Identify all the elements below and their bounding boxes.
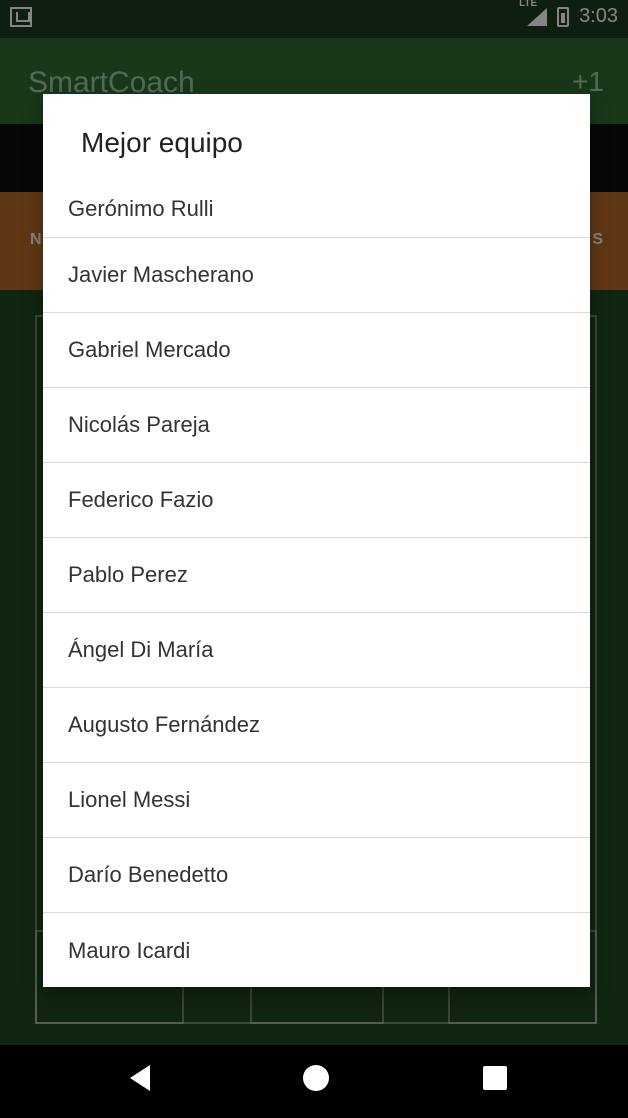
dialog-title: Mejor equipo [81,127,243,158]
player-item[interactable]: Gabriel Mercado [43,313,590,388]
best-team-dialog: Mejor equipo Gerónimo Rulli Javier Masch… [43,94,590,987]
player-list: Gerónimo Rulli Javier Mascherano Gabriel… [43,180,590,988]
player-item[interactable]: Nicolás Pareja [43,388,590,463]
player-item[interactable]: Darío Benedetto [43,838,590,913]
player-item[interactable]: Mauro Icardi [43,913,590,988]
system-navigation-bar [0,1045,628,1118]
player-item[interactable]: Federico Fazio [43,463,590,538]
player-item[interactable]: Augusto Fernández [43,688,590,763]
home-icon[interactable] [303,1065,329,1091]
player-item[interactable]: Pablo Perez [43,538,590,613]
player-item[interactable]: Lionel Messi [43,763,590,838]
back-icon[interactable] [130,1065,150,1091]
player-item[interactable]: Gerónimo Rulli [43,180,590,238]
player-item[interactable]: Javier Mascherano [43,238,590,313]
recent-apps-icon[interactable] [483,1066,507,1090]
player-item[interactable]: Ángel Di María [43,613,590,688]
